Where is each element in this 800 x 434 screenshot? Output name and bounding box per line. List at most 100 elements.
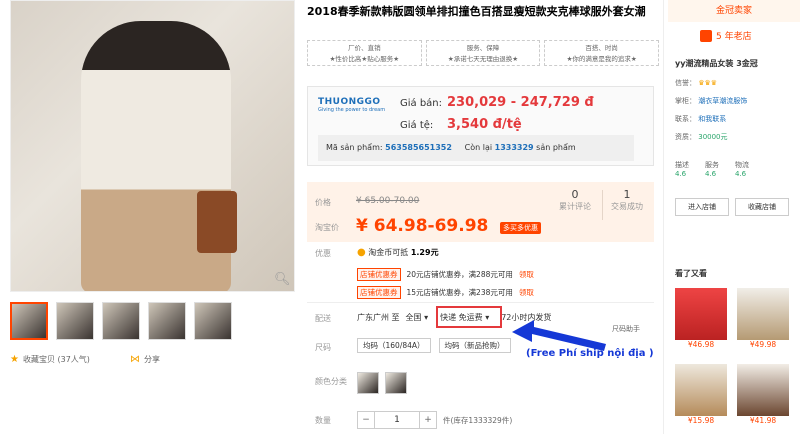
size-option[interactable]: 均码（新品抢购） [438,338,511,353]
ship-to-select[interactable]: 全国 ▾ [406,312,429,323]
reviews-count: 0 [571,188,579,201]
color-options [357,372,407,394]
price-label: Giá bán: [400,98,443,109]
coupon-row: 店铺优惠券 20元店铺优惠券，满288元可用 领取 [357,268,534,281]
also-item-price: ¥49.98 [749,340,777,349]
crown-icon [700,29,712,42]
sales-stat: 1 交易成功 [606,188,648,212]
deposit-value: 30000元 [698,133,728,141]
contact-row: 联系： 和我联系 [675,114,726,124]
size-options: 均码（160/84A） 均码（新品抢购） [357,338,511,353]
credit-row: 信誉： ♛♛♛ [675,78,717,88]
star-icon: ★ [10,354,19,365]
share-link[interactable]: ⋈ 分享 [130,354,160,365]
also-item-image [675,364,727,416]
thumbnail[interactable] [194,302,232,340]
promise-head: 百搭、时尚 [585,44,618,52]
thumbnail[interactable] [148,302,186,340]
magnifier-icon[interactable]: 🔍︎ [274,272,291,288]
also-item[interactable]: ¥46.98 [675,288,727,349]
rate-label: Giá tệ: [400,120,434,131]
code-label: Mã sản phẩm: [326,143,383,152]
rating-item: 物流 4.6 [735,160,749,178]
highlight-box [436,306,502,328]
thumbnail[interactable] [102,302,140,340]
original-price: ¥ 65.00-70.00 [356,196,420,206]
logo-text: THUONGGO [318,97,381,107]
owner-name[interactable]: 潮衣草潮流服饰 [698,97,747,105]
coupon-tag: 店铺优惠券 [357,286,401,299]
stock-value: 1333329 [494,143,534,152]
main-product-image[interactable] [10,0,295,292]
favorite-shop-button[interactable]: 收藏店铺 [735,198,789,216]
contact-link[interactable]: 和我联系 [698,115,726,123]
qty-stock: 件(库存1333329件) [443,415,513,425]
coupon-claim-link[interactable]: 领取 [519,287,534,298]
logo-sub: Giving the power to dream [318,107,386,113]
seller-header: 金冠卖家 [668,0,800,22]
also-item-image [675,288,727,340]
promise-head: 厂价、直销 [348,44,381,52]
coupon-text: 20元店铺优惠券，满288元可用 [406,270,513,279]
share-icon: ⋈ [130,354,140,365]
size-helper-link[interactable]: 尺码助手 [612,324,640,334]
plus-button[interactable]: + [419,411,437,429]
sales-count: 1 [623,188,631,201]
coupon-text: 15元店铺优惠券，满238元可用 [406,288,513,297]
qty-input[interactable]: 1 [375,411,419,429]
minus-button[interactable]: − [357,411,375,429]
also-item-price: ¥15.98 [687,416,715,425]
product-title: 2018春季新款韩版圆领单排扣撞色百搭显瘦短款夹克棒球服外套女潮 [307,5,646,18]
rating-value: 4.6 [705,170,717,178]
promise-box: 服务、保障 ★承诺七天无理由退换★ [425,40,541,66]
benefit-row-label: 优惠 [315,249,331,258]
coin-value: 1.29元 [410,248,439,257]
rating-value: 4.6 [735,170,747,178]
owner-label: 掌柜： [675,97,696,105]
quantity-stepper: − 1 + 件(库存1333329件) [357,411,512,429]
enter-shop-button[interactable]: 进入店铺 [675,198,729,216]
annotation-arrow-icon [512,320,606,351]
exchange-rate: 3,540 đ/tệ [447,117,522,132]
also-item-image [737,288,789,340]
also-item-image [737,364,789,416]
promise-box: 百搭、时尚 ★你的满意是我的追求★ [544,40,660,66]
color-row-label: 颜色分类 [315,377,347,386]
rating-label: 物流 [735,161,749,169]
thumbnail[interactable] [56,302,94,340]
also-viewed-title: 看了又看 [675,269,707,278]
shipping-row-label: 配送 [315,314,331,323]
annotation-text: (Free Phí ship nội địa ) [526,348,654,359]
shop-age: 5 年老店 [700,29,752,42]
favorite-link[interactable]: ★ 收藏宝贝 (37人气) [10,354,90,365]
crown-rating-icon: ♛♛♛ [698,79,718,87]
rating-item: 描述 4.6 [675,160,689,178]
also-item[interactable]: ¥49.98 [737,288,789,349]
promise-strip: 厂价、直销 ★性价比高★贴心服务★ 服务、保障 ★承诺七天无理由退换★ 百搭、时… [307,40,660,66]
code-value: 563585651352 [385,143,452,152]
promo-badge: 多买多优惠 [500,222,541,234]
size-option[interactable]: 均码（160/84A） [357,338,431,353]
sales-label: 交易成功 [611,202,643,211]
vnd-price: 230,029 - 247,729 đ [447,95,594,110]
size-row-label: 尺码 [315,343,331,352]
also-item[interactable]: ¥41.98 [737,364,789,425]
color-swatch[interactable] [357,372,379,394]
deposit-label: 资质： [675,133,696,141]
shop-name[interactable]: yy潮流精品女装 3金冠 [675,58,758,69]
shop-ratings: 描述 4.6 服务 4.6 物流 4.6 [675,160,749,178]
reviews-stat[interactable]: 0 累计评论 [554,188,596,212]
coupon-tag: 店铺优惠券 [357,268,401,281]
color-swatch[interactable] [385,372,407,394]
coin-text: 淘金币可抵 [368,248,409,257]
bag-shape [197,191,237,253]
qty-row-label: 数量 [315,416,331,425]
also-item[interactable]: ¥15.98 [675,364,727,425]
promo-row-label: 淘宝价 [315,223,339,232]
share-label: 分享 [144,355,160,364]
thumbnail[interactable] [10,302,48,340]
promise-body: ★承诺七天无理由退换★ [447,55,519,63]
coupon-claim-link[interactable]: 领取 [519,269,534,280]
stock-unit: sản phẩm [536,143,576,152]
promo-price: ¥ 64.98-69.98 [356,216,489,236]
